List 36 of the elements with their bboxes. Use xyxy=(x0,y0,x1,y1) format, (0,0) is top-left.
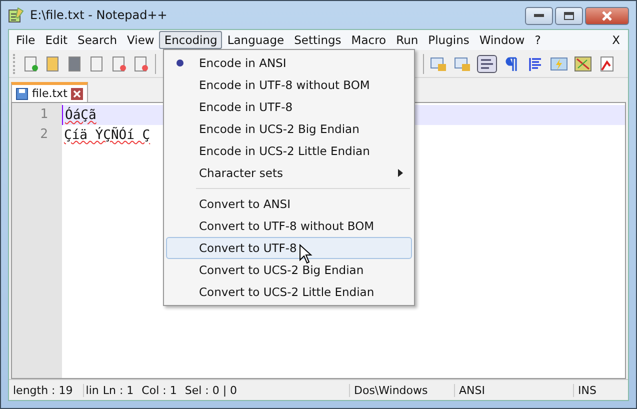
menu-option[interactable]: Encode in UCS-2 Little Endian xyxy=(166,140,412,162)
menu-item[interactable]: Settings xyxy=(289,31,346,49)
menu-item[interactable]: Search xyxy=(72,31,122,49)
menu-item[interactable]: Encoding xyxy=(159,31,222,49)
menu-item[interactable]: ? xyxy=(530,31,546,49)
menu-item[interactable]: Edit xyxy=(40,31,73,49)
status-text: length : 19 xyxy=(12,384,74,396)
code-line: ÓáÇã xyxy=(65,108,96,123)
status-text: Sel : 0 | 0 xyxy=(184,384,238,396)
status-text: Col : 1 xyxy=(140,384,178,396)
status-text: Ln : 1 xyxy=(102,384,135,396)
document-tab[interactable]: file.txt xyxy=(11,82,88,102)
menu-option[interactable]: Convert to UCS-2 Little Endian xyxy=(166,281,412,303)
menu-option[interactable]: Convert to UTF-8 without BOM xyxy=(166,215,412,237)
menu-option[interactable]: Encode in UCS-2 Big Endian xyxy=(166,118,412,140)
code-line: Çíä ÝÇÑÓí Ç xyxy=(64,128,150,143)
status-text: INS xyxy=(573,384,618,396)
menu-option[interactable]: Encode in ANSI xyxy=(166,52,412,74)
menu-option[interactable]: Convert to ANSI xyxy=(166,193,412,215)
status-text: Dos\Windows xyxy=(349,384,454,396)
menu-item[interactable]: Plugins xyxy=(423,31,474,49)
menu-item[interactable]: Language xyxy=(222,31,290,49)
menu-option[interactable]: Character sets xyxy=(166,162,412,184)
line-number: 2 xyxy=(39,126,49,144)
menu-option[interactable]: Encode in UTF-8 without BOM xyxy=(166,74,412,96)
menu-item[interactable]: View xyxy=(122,31,160,49)
status-text: lin xyxy=(82,384,99,396)
line-number: 1 xyxy=(39,106,49,124)
menu-option[interactable]: Convert to UCS-2 Big Endian xyxy=(166,259,412,281)
window-title: E:\file.txt - Notepad++ xyxy=(30,8,168,22)
menu-item[interactable]: Macro xyxy=(346,31,392,49)
menu-item[interactable]: File xyxy=(11,31,40,49)
close-document-button[interactable]: X xyxy=(606,33,626,47)
status-text: ANSI xyxy=(454,384,573,396)
menu-item[interactable]: Run xyxy=(391,31,424,49)
menu-item[interactable]: Window xyxy=(474,31,530,49)
